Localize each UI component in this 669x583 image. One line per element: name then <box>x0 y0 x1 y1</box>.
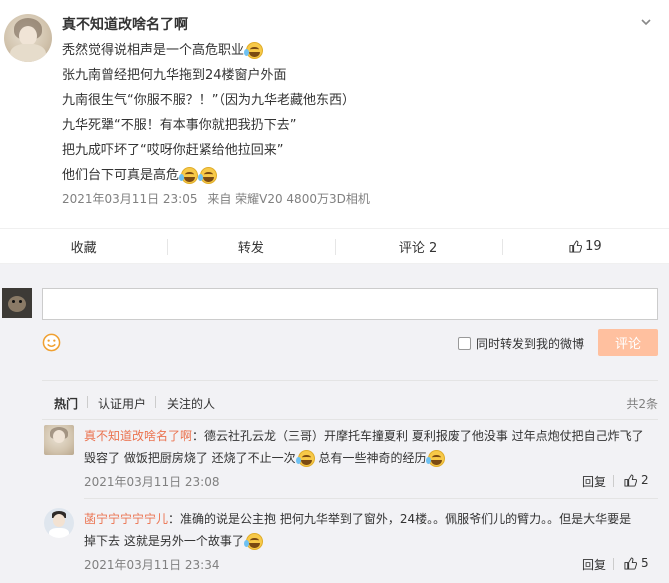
comment-like-button[interactable]: 2 <box>624 473 649 487</box>
commenter-avatar[interactable] <box>44 508 74 538</box>
post-line: 九华死犟“不服！有本事你就把我扔下去” <box>62 118 297 133</box>
post-action-bar: 收藏 转发 评论 2 19 <box>0 228 669 264</box>
repost-checkbox-label[interactable]: 同时转发到我的微博 <box>476 335 584 352</box>
commenter-name[interactable]: 真不知道改啥名了啊 <box>84 429 192 443</box>
post-line: 九南很生气“你服不服？！”（因为九华老藏他东西） <box>62 93 355 108</box>
laugh-cry-emoji-icon <box>295 450 315 467</box>
like-button[interactable]: 19 <box>501 229 669 263</box>
commenter-avatar[interactable] <box>44 425 74 455</box>
favorite-button[interactable]: 收藏 <box>0 229 167 263</box>
submit-comment-button[interactable]: 评论 <box>598 329 658 356</box>
post-line: 把九成吓坏了“哎呀你赶紧给他拉回来” <box>62 143 284 158</box>
author-avatar[interactable] <box>4 14 52 62</box>
thumbs-up-icon <box>624 473 637 487</box>
laugh-cry-emoji-icon <box>426 450 446 467</box>
laugh-cry-emoji-icon <box>244 42 264 59</box>
thumbs-up-icon <box>569 239 583 253</box>
comment-total: 共2条 <box>626 397 658 411</box>
post-time[interactable]: 2021年03月11日 23:05 <box>62 192 197 206</box>
emoji-picker-icon[interactable] <box>42 333 61 352</box>
author-name[interactable]: 真不知道改啥名了啊 <box>62 14 188 34</box>
commenter-name[interactable]: 菡宁宁宁宁宁儿 <box>84 512 168 526</box>
comment-input[interactable] <box>42 288 658 320</box>
comment-text: 真不知道改啥名了啊：德云社孔云龙（三哥）开摩托车撞夏利 夏利报废了他没事 过年点… <box>84 429 644 467</box>
comment-time: 2021年03月11日 23:34 <box>84 558 220 572</box>
laugh-cry-emoji-icon <box>243 533 263 550</box>
reply-button[interactable]: 回复 <box>582 473 606 490</box>
repost-checkbox[interactable] <box>458 337 471 350</box>
post-line: 张九南曾经把何九华拖到24楼窗户外面 <box>62 68 287 83</box>
comment-text: 菡宁宁宁宁宁儿：准确的说是公主抱 把何九华举到了窗外，24楼。。佩服爷们儿的臂力… <box>84 512 632 550</box>
comment-divider <box>84 498 658 499</box>
post-meta: 2021年03月11日 23:05 来自 荣耀V20 4800万3D相机 <box>62 190 376 207</box>
comment-time: 2021年03月11日 23:08 <box>84 475 220 489</box>
chevron-down-icon[interactable] <box>640 16 652 28</box>
filter-hot[interactable]: 热门 <box>54 395 78 412</box>
filter-following[interactable]: 关注的人 <box>167 395 215 412</box>
comment-like-button[interactable]: 5 <box>624 556 649 570</box>
repost-button[interactable]: 转发 <box>167 229 334 263</box>
laugh-cry-emoji-icon <box>198 167 218 184</box>
laugh-cry-emoji-icon <box>179 167 199 184</box>
thumbs-up-icon <box>624 556 637 570</box>
post-content: 秃然觉得说相声是一个高危职业 张九南曾经把何九华拖到24楼窗户外面 九南很生气“… <box>62 38 355 188</box>
comment-filter-bar: 热门 认证用户 关注的人 共2条 <box>42 380 658 420</box>
weibo-post: 真不知道改啥名了啊 秃然觉得说相声是一个高危职业 张九南曾经把何九华拖到24楼窗… <box>0 0 669 228</box>
comment-button[interactable]: 评论 2 <box>334 229 502 263</box>
post-source: 来自 荣耀V20 4800万3D相机 <box>207 192 370 206</box>
post-line: 秃然觉得说相声是一个高危职业 <box>62 38 355 63</box>
filter-verified[interactable]: 认证用户 <box>98 395 146 412</box>
reply-button[interactable]: 回复 <box>582 556 606 573</box>
my-avatar[interactable] <box>2 288 32 318</box>
post-line: 他们台下可真是高危 <box>62 163 355 188</box>
